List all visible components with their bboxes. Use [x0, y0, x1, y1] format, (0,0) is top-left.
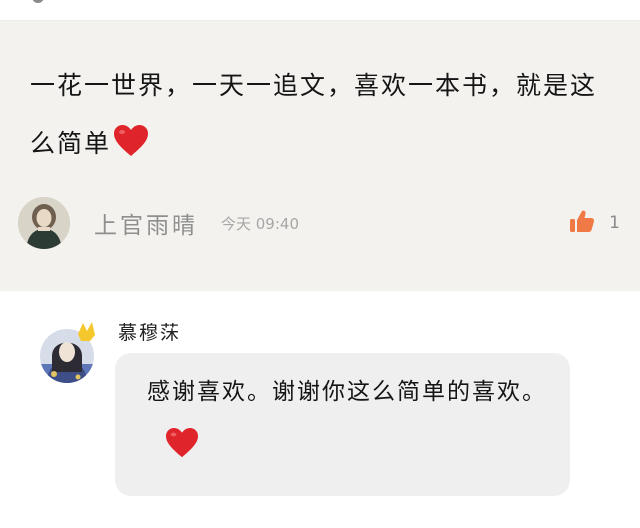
top-bar — [0, 0, 640, 21]
heart-icon — [113, 121, 149, 179]
reply-bubble: 感谢喜欢。谢谢你这么简单的喜欢。 — [115, 353, 570, 496]
like-button[interactable]: 1 — [569, 209, 620, 237]
comment-card[interactable]: 一花一世界，一天一追文，喜欢一本书，就是这么简单 上官雨晴 今天 09:40 1 — [0, 21, 640, 291]
comment-timestamp: 今天 09:40 — [221, 215, 299, 233]
comment-author-row: 上官雨晴 今天 09:40 1 — [18, 197, 628, 249]
reply-body: 感谢喜欢。谢谢你这么简单的喜欢。 — [147, 366, 547, 478]
comment-author-name[interactable]: 上官雨晴 — [94, 206, 198, 240]
thumbs-up-icon[interactable] — [569, 209, 595, 237]
comment-body: 一花一世界，一天一追文，喜欢一本书，就是这么简单 — [30, 57, 610, 179]
like-count: 1 — [609, 213, 620, 233]
reply-text: 感谢喜欢。谢谢你这么简单的喜欢。 — [147, 379, 547, 405]
reply-avatar[interactable] — [40, 322, 96, 384]
cropped-icon — [32, 0, 44, 3]
avatar[interactable] — [18, 197, 70, 249]
comment-detail-page: 一花一世界，一天一追文，喜欢一本书，就是这么简单 上官雨晴 今天 09:40 1… — [0, 0, 640, 528]
crown-icon — [78, 322, 95, 341]
reply-author-name[interactable]: 慕穆莯 — [118, 318, 181, 345]
heart-icon — [165, 426, 199, 478]
